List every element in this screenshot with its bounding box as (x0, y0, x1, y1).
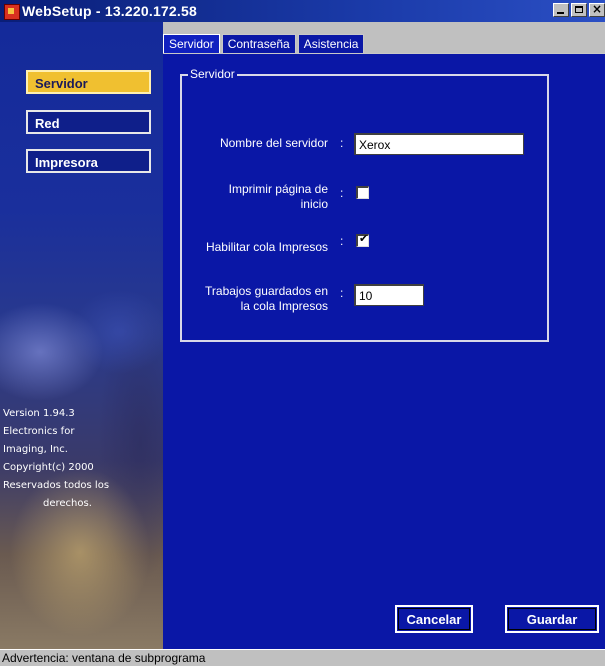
app-icon (4, 4, 20, 20)
main-panel: Servidor Nombre del servidor : Xerox Imp… (163, 54, 605, 649)
window-title: WebSetup - 13.220.172.58 (22, 3, 197, 19)
version-info: Version 1.94.3 Electronics for Imaging, … (0, 405, 163, 513)
tab-servidor[interactable]: Servidor (163, 34, 220, 53)
tab-contrasena[interactable]: Contraseña (221, 34, 296, 53)
close-icon: × (591, 2, 603, 16)
label-line: inicio (300, 197, 328, 211)
colon: : (340, 234, 344, 248)
maximize-button[interactable] (571, 3, 587, 17)
sidebar: Servidor Red Impresora Version 1.94.3 El… (0, 22, 163, 649)
print-start-page-checkbox[interactable] (356, 186, 369, 199)
server-name-input[interactable]: Xerox (354, 133, 524, 155)
maximize-icon (575, 6, 583, 13)
tab-asistencia[interactable]: Asistencia (297, 34, 365, 53)
save-button[interactable]: Guardar (505, 605, 599, 633)
minimize-button[interactable] (553, 3, 569, 17)
sidebar-item-red[interactable]: Red (26, 110, 151, 134)
saved-jobs-input[interactable]: 10 (354, 284, 424, 306)
tab-bar: Servidor Contraseña Asistencia (163, 34, 366, 54)
window-controls: × (553, 2, 605, 17)
groupbox-title: Servidor (188, 67, 237, 81)
colon: : (340, 286, 344, 300)
close-button[interactable]: × (589, 2, 605, 17)
version-line: derechos. (43, 498, 92, 509)
version-line: Reservados todos los (3, 480, 110, 491)
version-line: Imaging, Inc. (3, 444, 68, 455)
status-bar: Advertencia: ventana de subprograma (0, 649, 605, 666)
version-line: Copyright(c) 2000 (3, 462, 94, 473)
server-name-label: Nombre del servidor (219, 136, 328, 150)
title-bar: WebSetup - 13.220.172.58 × (0, 0, 605, 22)
sidebar-item-servidor[interactable]: Servidor (26, 70, 151, 94)
checkmark-icon: ✔ (359, 232, 369, 245)
cancel-button[interactable]: Cancelar (395, 605, 473, 633)
label-line: Trabajos guardados en (205, 284, 328, 298)
print-start-page-label: Imprimir página de inicio (184, 182, 328, 212)
colon: : (340, 186, 344, 200)
label-line: Imprimir página de (228, 182, 328, 196)
enable-print-queue-label: Habilitar cola Impresos (205, 240, 328, 254)
label-line: la cola Impresos (240, 299, 328, 313)
server-groupbox: Servidor Nombre del servidor : Xerox Imp… (180, 67, 549, 342)
saved-jobs-label: Trabajos guardados en la cola Impresos (184, 284, 328, 314)
version-line: Version 1.94.3 (3, 408, 75, 419)
enable-print-queue-checkbox[interactable]: ✔ (356, 232, 369, 247)
minimize-icon (557, 12, 564, 14)
version-line: Electronics for (3, 426, 75, 437)
colon: : (340, 136, 344, 150)
sidebar-item-impresora[interactable]: Impresora (26, 149, 151, 173)
